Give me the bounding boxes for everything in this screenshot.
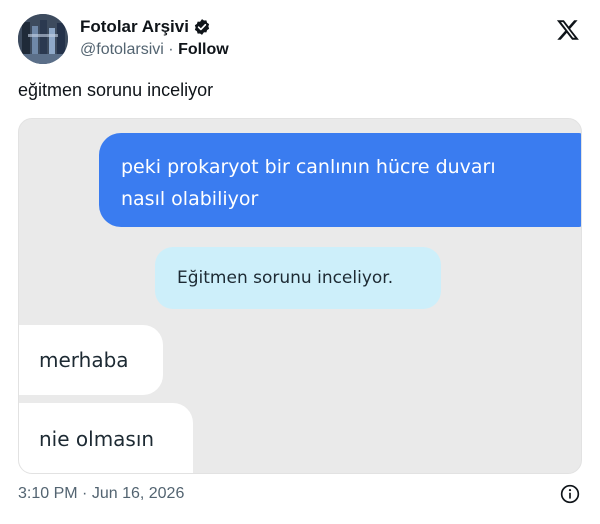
chat-bubble-line: peki prokaryot bir canlının hücre duvarı — [121, 156, 496, 178]
avatar[interactable] — [18, 14, 68, 64]
tweet-text: eğitmen sorunu inceliyor — [18, 80, 214, 100]
display-name[interactable]: Fotolar Arşivi — [80, 17, 189, 37]
follow-button[interactable]: Follow — [178, 41, 229, 58]
timestamp-separator: · — [82, 485, 88, 502]
x-logo-icon[interactable] — [556, 18, 580, 42]
chat-bubble-user-question: peki prokaryot bir canlının hücre duvarı… — [99, 133, 581, 227]
tweet-time: 3:10 PM — [18, 485, 78, 502]
chat-bubble-reply-1: merhaba — [19, 325, 163, 395]
chat-bubble-line: nasıl olabiliyor — [121, 188, 259, 210]
chat-bubble-reply-2: nie olmasın — [19, 403, 193, 473]
verified-badge-icon — [194, 19, 210, 35]
handle[interactable]: @fotolarsivi — [80, 41, 164, 58]
tweet-timestamp[interactable]: 3:10 PM · Jun 16, 2026 — [18, 485, 184, 503]
handle-row: @fotolarsivi · Follow — [80, 41, 229, 59]
info-icon[interactable] — [560, 484, 580, 504]
handle-separator: · — [168, 41, 174, 58]
tweet-date: Jun 16, 2026 — [91, 485, 185, 502]
tweet-media-image[interactable]: peki prokaryot bir canlının hücre duvarı… — [18, 118, 582, 474]
avatar-photo-icon — [18, 14, 68, 64]
chat-bubble-system-notice: Eğitmen sorunu inceliyor. — [155, 247, 441, 309]
tweet-card: Fotolar Arşivi @fotolarsivi · Follow eği… — [0, 0, 600, 524]
tweet-header: Fotolar Arşivi @fotolarsivi · Follow — [18, 14, 582, 64]
name-row: Fotolar Arşivi — [80, 16, 211, 38]
